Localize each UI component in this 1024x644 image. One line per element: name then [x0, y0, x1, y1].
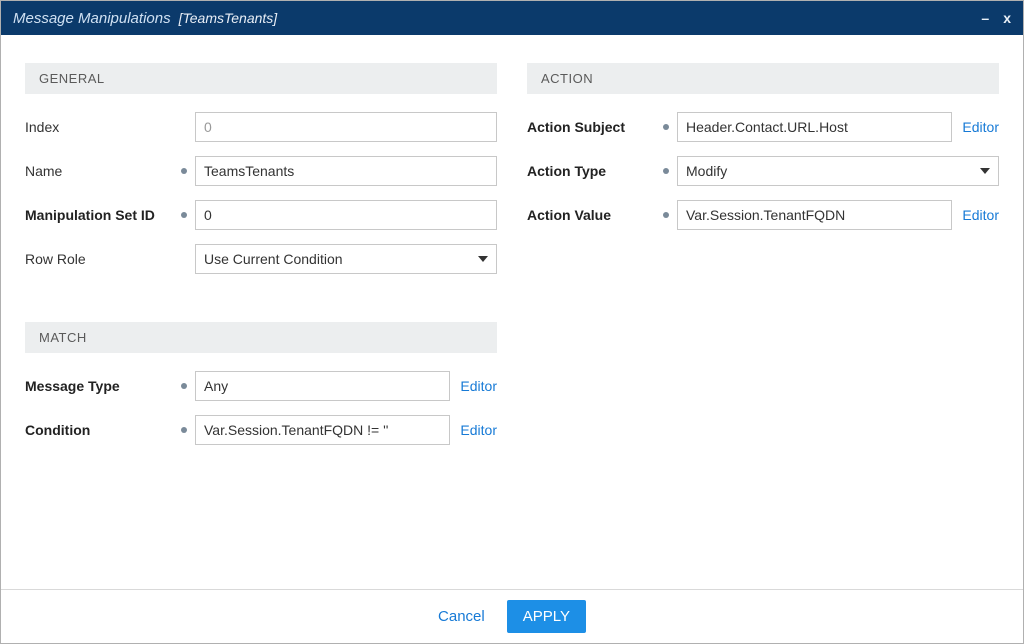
section-header-general: GENERAL [25, 63, 497, 94]
changed-dot-icon [663, 212, 669, 218]
dialog-title: Message Manipulations [13, 10, 171, 27]
dialog-subtitle: [TeamsTenants] [179, 10, 278, 26]
row-action-type: Action Type Modify [527, 156, 999, 186]
titlebar-controls: – x [981, 10, 1011, 26]
row-role-select[interactable]: Use Current Condition [195, 244, 497, 274]
row-role-value: Use Current Condition [204, 251, 343, 267]
row-action-value: Action Value Editor [527, 200, 999, 230]
dot-spacer [181, 256, 187, 262]
action-value-input[interactable] [677, 200, 952, 230]
editor-link-message-type[interactable]: Editor [460, 378, 497, 394]
label-action-subject: Action Subject [527, 119, 625, 135]
minimize-icon[interactable]: – [981, 10, 989, 26]
row-row-role: Row Role Use Current Condition [25, 244, 497, 274]
cancel-button[interactable]: Cancel [438, 608, 485, 625]
row-name: Name [25, 156, 497, 186]
name-input[interactable] [195, 156, 497, 186]
dialog-footer: Cancel APPLY [1, 589, 1023, 643]
dialog-window: Message Manipulations [TeamsTenants] – x… [0, 0, 1024, 644]
left-column: GENERAL Index Name [25, 63, 497, 589]
close-icon[interactable]: x [1003, 10, 1011, 26]
label-condition: Condition [25, 422, 90, 438]
label-name: Name [25, 163, 62, 179]
row-index: Index [25, 112, 497, 142]
titlebar-left: Message Manipulations [TeamsTenants] [13, 10, 277, 27]
dialog-body: GENERAL Index Name [1, 35, 1023, 589]
apply-button[interactable]: APPLY [507, 600, 586, 633]
row-action-subject: Action Subject Editor [527, 112, 999, 142]
section-header-match: MATCH [25, 322, 497, 353]
editor-link-condition[interactable]: Editor [460, 422, 497, 438]
row-message-type: Message Type Editor [25, 371, 497, 401]
manipulation-set-id-input[interactable] [195, 200, 497, 230]
action-type-select[interactable]: Modify [677, 156, 999, 186]
changed-dot-icon [181, 212, 187, 218]
right-column: ACTION Action Subject Editor Action Type [527, 63, 999, 589]
dot-spacer [181, 124, 187, 130]
chevron-down-icon [980, 168, 990, 174]
titlebar: Message Manipulations [TeamsTenants] – x [1, 1, 1023, 35]
label-action-value: Action Value [527, 207, 611, 223]
message-type-input[interactable] [195, 371, 450, 401]
changed-dot-icon [181, 383, 187, 389]
label-message-type: Message Type [25, 378, 120, 394]
section-header-action: ACTION [527, 63, 999, 94]
changed-dot-icon [663, 124, 669, 130]
editor-link-action-value[interactable]: Editor [962, 207, 999, 223]
action-subject-input[interactable] [677, 112, 952, 142]
row-manipulation-set-id: Manipulation Set ID [25, 200, 497, 230]
label-action-type: Action Type [527, 163, 606, 179]
changed-dot-icon [663, 168, 669, 174]
changed-dot-icon [181, 427, 187, 433]
chevron-down-icon [478, 256, 488, 262]
label-row-role: Row Role [25, 251, 86, 267]
row-condition: Condition Editor [25, 415, 497, 445]
label-manipulation-set-id: Manipulation Set ID [25, 207, 155, 223]
index-input[interactable] [195, 112, 497, 142]
label-index: Index [25, 119, 59, 135]
editor-link-action-subject[interactable]: Editor [962, 119, 999, 135]
changed-dot-icon [181, 168, 187, 174]
action-type-value: Modify [686, 163, 727, 179]
condition-input[interactable] [195, 415, 450, 445]
